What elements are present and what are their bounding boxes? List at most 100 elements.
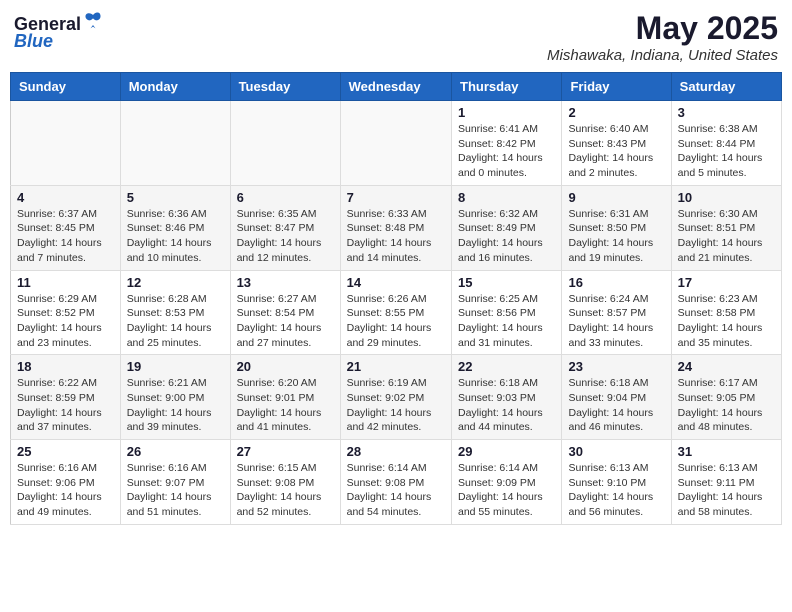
calendar-cell: 30 Sunrise: 6:13 AM Sunset: 9:10 PM Dayli… <box>562 440 671 525</box>
date-number: 5 <box>127 190 224 205</box>
date-number: 4 <box>17 190 114 205</box>
logo-bird-icon <box>83 10 103 30</box>
day-header-saturday: Saturday <box>671 73 781 101</box>
logo: General Blue <box>14 10 103 52</box>
date-number: 27 <box>237 444 334 459</box>
date-number: 18 <box>17 359 114 374</box>
calendar-cell: 1 Sunrise: 6:41 AM Sunset: 8:42 PM Daylig… <box>452 101 562 186</box>
cell-info: Sunrise: 6:13 AM Sunset: 9:10 PM Dayligh… <box>568 461 664 520</box>
date-number: 13 <box>237 275 334 290</box>
calendar-cell <box>11 101 121 186</box>
cell-info: Sunrise: 6:24 AM Sunset: 8:57 PM Dayligh… <box>568 292 664 351</box>
cell-info: Sunrise: 6:23 AM Sunset: 8:58 PM Dayligh… <box>678 292 775 351</box>
calendar-cell <box>340 101 451 186</box>
calendar-cell: 18Sunrise: 6:22 AM Sunset: 8:59 PM Dayli… <box>11 355 121 440</box>
cell-info: Sunrise: 6:32 AM Sunset: 8:49 PM Dayligh… <box>458 207 555 266</box>
day-header-wednesday: Wednesday <box>340 73 451 101</box>
date-number: 23 <box>568 359 664 374</box>
date-number: 31 <box>678 444 775 459</box>
calendar-cell: 8Sunrise: 6:32 AM Sunset: 8:49 PM Daylig… <box>452 185 562 270</box>
date-number: 7 <box>347 190 445 205</box>
calendar-header-row: SundayMondayTuesdayWednesdayThursdayFrid… <box>11 73 782 101</box>
date-number: 20 <box>237 359 334 374</box>
day-header-monday: Monday <box>120 73 230 101</box>
cell-info: Sunrise: 6:18 AM Sunset: 9:04 PM Dayligh… <box>568 376 664 435</box>
calendar-cell: 12 Sunrise: 6:28 AM Sunset: 8:53 PM Dayli… <box>120 270 230 355</box>
calendar-cell: 22 Sunrise: 6:18 AM Sunset: 9:03 PM Dayli… <box>452 355 562 440</box>
cell-info: Sunrise: 6:14 AM Sunset: 9:08 PM Dayligh… <box>347 461 445 520</box>
calendar-cell: 26 Sunrise: 6:16 AM Sunset: 9:07 PM Dayli… <box>120 440 230 525</box>
date-number: 9 <box>568 190 664 205</box>
date-number: 10 <box>678 190 775 205</box>
month-year-title: May 2025 <box>547 10 778 47</box>
date-number: 6 <box>237 190 334 205</box>
calendar-cell: 20 Sunrise: 6:20 AM Sunset: 9:01 PM Dayli… <box>230 355 340 440</box>
logo-blue-text: Blue <box>14 31 53 52</box>
calendar-week-row: 1 Sunrise: 6:41 AM Sunset: 8:42 PM Daylig… <box>11 101 782 186</box>
day-header-thursday: Thursday <box>452 73 562 101</box>
calendar-week-row: 4 Sunrise: 6:37 AM Sunset: 8:45 PM Daylig… <box>11 185 782 270</box>
date-number: 12 <box>127 275 224 290</box>
date-number: 28 <box>347 444 445 459</box>
calendar-cell: 21 Sunrise: 6:19 AM Sunset: 9:02 PM Dayli… <box>340 355 451 440</box>
date-number: 25 <box>17 444 114 459</box>
date-number: 14 <box>347 275 445 290</box>
calendar-cell: 11 Sunrise: 6:29 AM Sunset: 8:52 PM Dayli… <box>11 270 121 355</box>
date-number: 1 <box>458 105 555 120</box>
calendar-cell: 25 Sunrise: 6:16 AM Sunset: 9:06 PM Dayli… <box>11 440 121 525</box>
calendar-cell: 5Sunrise: 6:36 AM Sunset: 8:46 PM Daylig… <box>120 185 230 270</box>
calendar-cell: 9Sunrise: 6:31 AM Sunset: 8:50 PM Daylig… <box>562 185 671 270</box>
cell-info: Sunrise: 6:25 AM Sunset: 8:56 PM Dayligh… <box>458 292 555 351</box>
calendar-cell: 7 Sunrise: 6:33 AM Sunset: 8:48 PM Daylig… <box>340 185 451 270</box>
calendar-week-row: 18Sunrise: 6:22 AM Sunset: 8:59 PM Dayli… <box>11 355 782 440</box>
date-number: 17 <box>678 275 775 290</box>
cell-info: Sunrise: 6:37 AM Sunset: 8:45 PM Dayligh… <box>17 207 114 266</box>
calendar-cell: 6Sunrise: 6:35 AM Sunset: 8:47 PM Daylig… <box>230 185 340 270</box>
date-number: 11 <box>17 275 114 290</box>
date-number: 22 <box>458 359 555 374</box>
date-number: 29 <box>458 444 555 459</box>
calendar-cell: 23 Sunrise: 6:18 AM Sunset: 9:04 PM Dayli… <box>562 355 671 440</box>
calendar-cell: 4 Sunrise: 6:37 AM Sunset: 8:45 PM Daylig… <box>11 185 121 270</box>
cell-info: Sunrise: 6:38 AM Sunset: 8:44 PM Dayligh… <box>678 122 775 181</box>
date-number: 15 <box>458 275 555 290</box>
day-header-tuesday: Tuesday <box>230 73 340 101</box>
cell-info: Sunrise: 6:26 AM Sunset: 8:55 PM Dayligh… <box>347 292 445 351</box>
calendar-cell: 13 Sunrise: 6:27 AM Sunset: 8:54 PM Dayli… <box>230 270 340 355</box>
cell-info: Sunrise: 6:20 AM Sunset: 9:01 PM Dayligh… <box>237 376 334 435</box>
date-number: 30 <box>568 444 664 459</box>
cell-info: Sunrise: 6:28 AM Sunset: 8:53 PM Dayligh… <box>127 292 224 351</box>
cell-info: Sunrise: 6:16 AM Sunset: 9:07 PM Dayligh… <box>127 461 224 520</box>
calendar-cell: 14 Sunrise: 6:26 AM Sunset: 8:55 PM Dayli… <box>340 270 451 355</box>
calendar-cell: 28 Sunrise: 6:14 AM Sunset: 9:08 PM Dayli… <box>340 440 451 525</box>
cell-info: Sunrise: 6:29 AM Sunset: 8:52 PM Dayligh… <box>17 292 114 351</box>
calendar-cell <box>230 101 340 186</box>
calendar-week-row: 11 Sunrise: 6:29 AM Sunset: 8:52 PM Dayli… <box>11 270 782 355</box>
date-number: 26 <box>127 444 224 459</box>
cell-info: Sunrise: 6:33 AM Sunset: 8:48 PM Dayligh… <box>347 207 445 266</box>
cell-info: Sunrise: 6:19 AM Sunset: 9:02 PM Dayligh… <box>347 376 445 435</box>
cell-info: Sunrise: 6:40 AM Sunset: 8:43 PM Dayligh… <box>568 122 664 181</box>
cell-info: Sunrise: 6:17 AM Sunset: 9:05 PM Dayligh… <box>678 376 775 435</box>
calendar-table: SundayMondayTuesdayWednesdayThursdayFrid… <box>10 72 782 525</box>
cell-info: Sunrise: 6:14 AM Sunset: 9:09 PM Dayligh… <box>458 461 555 520</box>
calendar-cell: 24 Sunrise: 6:17 AM Sunset: 9:05 PM Dayli… <box>671 355 781 440</box>
date-number: 24 <box>678 359 775 374</box>
location-subtitle: Mishawaka, Indiana, United States <box>547 47 778 64</box>
date-number: 19 <box>127 359 224 374</box>
header: General Blue May 2025 Mishawaka, Indiana… <box>10 10 782 64</box>
cell-info: Sunrise: 6:27 AM Sunset: 8:54 PM Dayligh… <box>237 292 334 351</box>
cell-info: Sunrise: 6:18 AM Sunset: 9:03 PM Dayligh… <box>458 376 555 435</box>
calendar-cell: 27Sunrise: 6:15 AM Sunset: 9:08 PM Dayli… <box>230 440 340 525</box>
cell-info: Sunrise: 6:16 AM Sunset: 9:06 PM Dayligh… <box>17 461 114 520</box>
calendar-cell: 3Sunrise: 6:38 AM Sunset: 8:44 PM Daylig… <box>671 101 781 186</box>
calendar-cell: 19Sunrise: 6:21 AM Sunset: 9:00 PM Dayli… <box>120 355 230 440</box>
cell-info: Sunrise: 6:41 AM Sunset: 8:42 PM Dayligh… <box>458 122 555 181</box>
calendar-week-row: 25 Sunrise: 6:16 AM Sunset: 9:06 PM Dayli… <box>11 440 782 525</box>
day-header-sunday: Sunday <box>11 73 121 101</box>
calendar-cell: 17 Sunrise: 6:23 AM Sunset: 8:58 PM Dayli… <box>671 270 781 355</box>
cell-info: Sunrise: 6:13 AM Sunset: 9:11 PM Dayligh… <box>678 461 775 520</box>
calendar-cell: 29 Sunrise: 6:14 AM Sunset: 9:09 PM Dayli… <box>452 440 562 525</box>
calendar-cell: 2Sunrise: 6:40 AM Sunset: 8:43 PM Daylig… <box>562 101 671 186</box>
date-number: 21 <box>347 359 445 374</box>
